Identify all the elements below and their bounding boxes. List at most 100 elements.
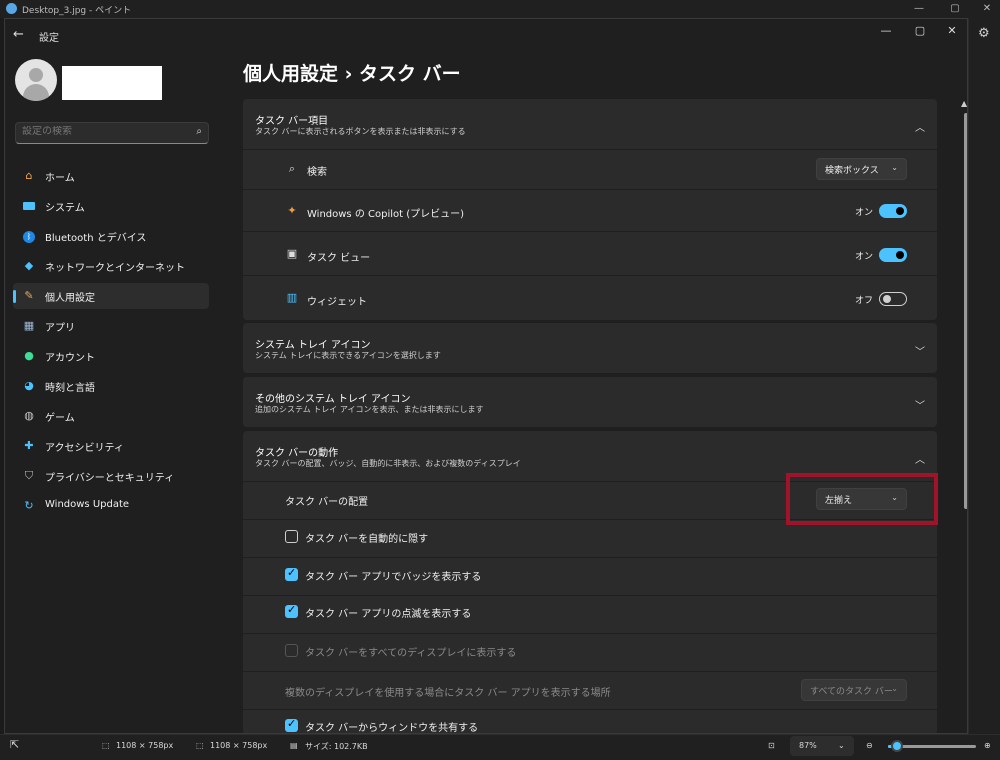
divider xyxy=(243,633,937,634)
save-icon: ▤ xyxy=(290,741,298,750)
sidebar-item-accounts[interactable]: ● アカウント xyxy=(13,343,209,369)
copilot-toggle[interactable] xyxy=(879,204,907,218)
account-icon: ● xyxy=(24,349,34,362)
divider xyxy=(243,671,937,672)
scrollbar-thumb[interactable] xyxy=(964,113,967,509)
fit-to-window-icon[interactable]: ⊡ xyxy=(768,741,775,750)
page-title: 個人用設定 › タスク バー xyxy=(243,63,461,85)
sidebar-item-home[interactable]: ⌂ ホーム xyxy=(13,163,209,189)
paint-maximize-button[interactable]: ▢ xyxy=(944,1,966,17)
share-window-checkbox[interactable] xyxy=(285,717,298,732)
search-icon[interactable]: ⌕ xyxy=(196,126,202,137)
paint-title-bar xyxy=(0,0,1000,18)
sidebar-item-gaming[interactable]: ◍ ゲーム xyxy=(13,403,209,429)
search-box[interactable]: ⌕ xyxy=(15,122,209,144)
all-displays-checkbox[interactable] xyxy=(285,644,298,657)
sidebar-item-personalization[interactable]: ✎ 個人用設定 xyxy=(13,283,209,309)
multi-display-dropdown[interactable]: すべてのタスク バー ⌄ xyxy=(801,679,907,701)
image-size: 1108 × 758px xyxy=(210,741,268,750)
back-arrow-icon[interactable]: ← xyxy=(13,27,24,42)
settings-window: ← 設定 — ▢ ✕ ⌕ ⌂ ホーム システム ᛒ Bluetooth とデバイ… xyxy=(4,18,968,734)
multi-display-label: 複数のディスプレイを使用する場合にタスク バー アプリを表示する場所 xyxy=(285,688,611,699)
sidebar-item-apps[interactable]: ▦ アプリ xyxy=(13,313,209,339)
copilot-icon: ✦ xyxy=(287,204,297,217)
auto-hide-label: タスク バーを自動的に隠す xyxy=(305,534,429,545)
widgets-toggle[interactable] xyxy=(879,292,907,306)
home-icon: ⌂ xyxy=(25,169,33,182)
zoom-in-icon[interactable]: ⊕ xyxy=(984,741,991,750)
paint-side-panel xyxy=(968,18,1000,734)
alignment-label: タスク バーの配置 xyxy=(285,497,369,508)
sidebar-item-accessibility[interactable]: ✚ アクセシビリティ xyxy=(13,433,209,459)
search-mode-dropdown[interactable]: 検索ボックス ⌄ xyxy=(816,158,907,180)
sidebar-item-label: Windows Update xyxy=(45,499,130,510)
copilot-toggle-state: オン xyxy=(855,208,874,218)
flashing-checkbox[interactable] xyxy=(285,603,298,618)
chevron-up-icon[interactable]: ︿ xyxy=(915,451,925,466)
apps-icon: ▦ xyxy=(23,319,35,332)
sidebar-item-system[interactable]: システム xyxy=(13,193,209,219)
zoom-out-icon[interactable]: ⊖ xyxy=(866,741,873,750)
zoom-slider-thumb[interactable] xyxy=(890,740,903,752)
auto-hide-checkbox[interactable] xyxy=(285,530,298,543)
maximize-button[interactable]: ▢ xyxy=(907,22,933,40)
sidebar-item-label: アクセシビリティ xyxy=(45,443,124,454)
all-displays-label: タスク バーをすべてのディスプレイに表示する xyxy=(305,648,517,659)
zoom-value: 87% xyxy=(799,741,817,750)
copilot-row-label: Windows の Copilot (プレビュー) xyxy=(307,209,465,220)
divider xyxy=(243,231,937,232)
sidebar-item-label: ネットワークとインターネット xyxy=(45,263,185,274)
scroll-up-arrow[interactable]: ▲ xyxy=(961,99,967,108)
sidebar-item-label: プライバシーとセキュリティ xyxy=(45,473,175,484)
highlight-box xyxy=(786,473,938,525)
sidebar-item-network[interactable]: ◆ ネットワークとインターネット xyxy=(13,253,209,279)
dropdown-value: すべてのタスク バー xyxy=(810,687,893,697)
chevron-down-icon[interactable]: ﹀ xyxy=(915,343,925,358)
search-input[interactable] xyxy=(22,126,182,137)
section-subtitle: システム トレイに表示できるアイコンを選択します xyxy=(255,351,441,360)
bluetooth-icon: ᛒ xyxy=(22,229,36,243)
close-button[interactable]: ✕ xyxy=(939,22,965,40)
dropdown-value: 検索ボックス xyxy=(825,166,879,176)
selection-icon: ⬚ xyxy=(102,741,110,750)
sidebar-item-bluetooth[interactable]: ᛒ Bluetooth とデバイス xyxy=(13,223,209,249)
widgets-row-label: ウィジェット xyxy=(307,297,367,308)
sidebar-item-label: 個人用設定 xyxy=(45,293,95,304)
section-title: タスク バー項目 xyxy=(255,116,329,127)
sidebar-item-label: アカウント xyxy=(45,353,95,364)
sidebar-item-label: システム xyxy=(45,203,85,214)
chevron-down-icon: ⌄ xyxy=(838,741,845,750)
section-title: その他のシステム トレイ アイコン xyxy=(255,394,411,405)
task-view-icon: ▣ xyxy=(286,247,298,260)
paint-window-title: Desktop_3.jpg - ペイント xyxy=(22,6,132,16)
section-subtitle: タスク バーの配置、バッジ、自動的に非表示、および複数のディスプレイ xyxy=(255,459,521,468)
taskbar-items-header[interactable] xyxy=(243,99,937,149)
paint-close-button[interactable]: ✕ xyxy=(976,1,998,17)
avatar[interactable] xyxy=(15,59,57,101)
globe-clock-icon: ◕ xyxy=(24,379,34,392)
paint-minimize-button[interactable]: — xyxy=(908,1,930,17)
sidebar-item-privacy[interactable]: ⛉ プライバシーとセキュリティ xyxy=(13,463,209,489)
update-icon: ↻ xyxy=(24,499,34,512)
section-subtitle: タスク バーに表示されるボタンを表示または非表示にする xyxy=(255,127,466,136)
gear-icon[interactable]: ⚙ xyxy=(978,26,990,41)
sidebar-item-label: 時刻と言語 xyxy=(45,383,95,394)
sidebar-item-label: アプリ xyxy=(45,323,75,334)
divider xyxy=(243,149,937,150)
shield-icon: ⛉ xyxy=(24,469,34,482)
minimize-button[interactable]: — xyxy=(873,22,899,40)
sidebar-item-windows-update[interactable]: ↻ Windows Update xyxy=(13,493,209,519)
user-name-redacted xyxy=(62,66,162,100)
chevron-up-icon[interactable]: ︿ xyxy=(915,119,925,134)
sidebar-item-time-language[interactable]: ◕ 時刻と言語 xyxy=(13,373,209,399)
section-subtitle: 追加のシステム トレイ アイコンを表示、または非表示にします xyxy=(255,405,484,414)
taskview-toggle[interactable] xyxy=(879,248,907,262)
taskview-toggle-state: オン xyxy=(855,252,874,262)
network-icon: ◆ xyxy=(24,259,34,272)
selection-indicator xyxy=(13,290,16,303)
chevron-down-icon[interactable]: ﹀ xyxy=(915,397,925,412)
divider xyxy=(243,709,937,710)
flashing-label: タスク バー アプリの点滅を表示する xyxy=(305,609,472,620)
sidebar-item-label: Bluetooth とデバイス xyxy=(45,233,147,244)
badges-checkbox[interactable] xyxy=(285,566,298,581)
